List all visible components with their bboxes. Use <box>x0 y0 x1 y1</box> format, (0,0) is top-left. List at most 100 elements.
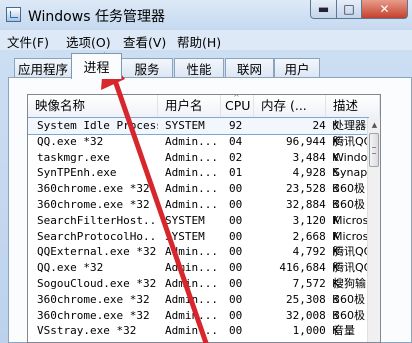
image-name-cell: taskmgr.exe <box>37 150 110 164</box>
cpu-cell: 92 <box>229 119 243 132</box>
image-name-cell: QQExternal.exe *32 <box>37 245 157 259</box>
process-row[interactable]: System Idle Process SYSTEM 92 24 K 处理器 <box>28 117 369 135</box>
cpu-cell: 00 <box>229 182 243 196</box>
memory-cell: 3,120 K <box>292 213 339 227</box>
description-cell: 腾讯QQ <box>333 134 369 148</box>
menu-help[interactable]: 帮助(H) <box>177 32 221 51</box>
process-rows: System Idle Process SYSTEM 92 24 K 处理器 QQ.exe… <box>28 117 369 339</box>
description-cell: 腾讯QQ <box>333 261 369 275</box>
description-cell: 腾讯QQ <box>333 245 369 259</box>
cpu-cell: 00 <box>229 308 243 322</box>
process-row[interactable]: SearchFilterHost... SYSTEM 00 3,120 K Micros <box>28 213 368 229</box>
process-row[interactable]: VSstray.exe *32 Admin... 00 1,000 K 音量 <box>28 323 368 339</box>
process-row[interactable]: 360chrome.exe *32 Admin... 00 32,008 K 360极 <box>28 308 368 324</box>
tab-networking[interactable]: 联网 <box>225 58 274 78</box>
process-row[interactable]: 360chrome.exe *32 Admin... 00 23,528 K 360极 <box>28 181 368 197</box>
process-row[interactable]: SogouCloud.exe *32 Admin... 00 7,572 K 搜狗输 <box>28 276 368 292</box>
image-name-cell: System Idle Process <box>37 119 158 132</box>
description-cell: 360极 <box>333 308 365 322</box>
tab-strip: 应用程序 进程 服务 性能 联网 用户 <box>0 50 412 79</box>
cpu-cell: 04 <box>229 134 243 148</box>
tab-performance[interactable]: 性能 <box>174 58 224 78</box>
memory-cell: 96,944 K <box>286 134 339 148</box>
vertical-scrollbar[interactable]: ▲ <box>367 118 380 342</box>
cpu-cell: 00 <box>229 276 243 290</box>
menu-options[interactable]: 选项(O) <box>66 32 111 51</box>
user-name-cell: Admin... <box>165 245 218 259</box>
column-user-name[interactable]: 用户名 <box>158 95 221 117</box>
description-cell: 360极 <box>333 182 365 196</box>
memory-cell: 1,000 K <box>292 324 339 338</box>
cpu-cell: 00 <box>229 324 243 338</box>
tab-processes[interactable]: 进程 <box>71 53 122 79</box>
image-name-cell: SearchProtocolHo... <box>37 229 158 243</box>
memory-cell: 416,684 K <box>279 261 339 275</box>
process-row[interactable]: QQ.exe *32 Admin... 04 96,944 K 腾讯QQ <box>28 134 369 150</box>
process-list[interactable]: 映像名称 用户名 ^ CPU 内存 (... 描述 System Idle Pr… <box>27 94 381 343</box>
description-cell: Micros <box>333 229 369 243</box>
menu-file[interactable]: 文件(F) <box>7 32 49 51</box>
process-row[interactable]: 360chrome.exe *32 Admin... 00 32,884 K 360极 <box>28 197 368 213</box>
minimize-button[interactable]: ▬ <box>310 0 337 19</box>
column-cpu[interactable]: ^ CPU <box>221 95 254 117</box>
title-bar[interactable]: Windows 任务管理器 ▬ □ ✕ <box>0 0 412 30</box>
memory-cell: 2,668 K <box>292 229 339 243</box>
column-description[interactable]: 描述 <box>326 95 380 117</box>
memory-cell: 4,928 K <box>292 166 339 180</box>
user-name-cell: Admin... <box>165 292 218 306</box>
sort-indicator-icon: ^ <box>233 95 240 102</box>
app-window-icon <box>6 7 21 22</box>
column-memory[interactable]: 内存 (... <box>254 95 326 117</box>
image-name-cell: QQ.exe *32 <box>37 134 104 148</box>
user-name-cell: Admin... <box>165 261 218 275</box>
cpu-cell: 00 <box>229 197 243 211</box>
description-cell: Window <box>333 150 369 164</box>
image-name-cell: 360chrome.exe *32 <box>37 292 150 306</box>
scroll-up-icon[interactable]: ▲ <box>368 118 380 132</box>
memory-cell: 23,528 K <box>286 182 339 196</box>
cpu-cell: 01 <box>229 166 243 180</box>
description-cell: 搜狗输 <box>333 276 366 290</box>
tab-services[interactable]: 服务 <box>121 58 173 78</box>
description-cell: Synapt <box>333 166 369 180</box>
memory-cell: 24 K <box>312 119 340 132</box>
image-name-cell: QQ.exe *32 <box>37 261 104 275</box>
task-manager-window: Windows 任务管理器 ▬ □ ✕ 文件(F) 选项(O) 查看(V) 帮助… <box>0 0 412 343</box>
cpu-cell: 02 <box>229 150 243 164</box>
window-controls: ▬ □ ✕ <box>310 0 408 21</box>
tab-applications[interactable]: 应用程序 <box>14 58 72 78</box>
image-name-cell: 360chrome.exe *32 <box>37 197 150 211</box>
user-name-cell: Admin... <box>165 276 218 290</box>
user-name-cell: SYSTEM <box>165 229 205 243</box>
process-row[interactable]: QQ.exe *32 Admin... 00 416,684 K 腾讯QQ <box>28 260 369 276</box>
user-name-cell: Admin... <box>165 197 218 211</box>
process-row[interactable]: SynTPEnh.exe Admin... 01 4,928 K Synapt <box>28 165 369 181</box>
process-row[interactable]: QQExternal.exe *32 Admin... 00 4,792 K 腾讯QQ <box>28 244 369 260</box>
user-name-cell: Admin... <box>165 182 218 196</box>
description-cell: 音量 <box>333 324 355 338</box>
process-row[interactable]: SearchProtocolHo... SYSTEM 00 2,668 K Micros <box>28 229 368 245</box>
menu-view[interactable]: 查看(V) <box>123 32 166 51</box>
cpu-cell: 00 <box>229 245 243 259</box>
tab-users[interactable]: 用户 <box>274 58 320 78</box>
user-name-cell: Admin... <box>165 150 218 164</box>
memory-cell: 25,308 K <box>286 292 339 306</box>
image-name-cell: VSstray.exe *32 <box>37 324 137 338</box>
close-button[interactable]: ✕ <box>362 0 408 19</box>
user-name-cell: Admin... <box>165 166 218 180</box>
process-row[interactable]: taskmgr.exe Admin... 02 3,484 KWindow <box>28 150 369 166</box>
column-header-row: 映像名称 用户名 ^ CPU 内存 (... 描述 <box>28 95 380 119</box>
user-name-cell: Admin... <box>165 308 218 322</box>
image-name-cell: SynTPEnh.exe <box>37 166 117 180</box>
image-name-cell: 360chrome.exe *32 <box>37 182 150 196</box>
column-image-name[interactable]: 映像名称 <box>28 95 158 117</box>
memory-cell: 3,484 K <box>292 150 339 164</box>
user-name-cell: SYSTEM <box>165 119 205 132</box>
image-name-cell: SearchFilterHost... <box>37 213 158 227</box>
cpu-cell: 00 <box>229 261 243 275</box>
process-row[interactable]: 360chrome.exe *32 Admin... 00 25,308 K 360极 <box>28 292 368 308</box>
scrollbar-thumb[interactable] <box>369 133 379 167</box>
description-cell: 360极 <box>333 292 365 306</box>
cpu-cell: 00 <box>229 292 243 306</box>
maximize-button[interactable]: □ <box>337 0 362 19</box>
